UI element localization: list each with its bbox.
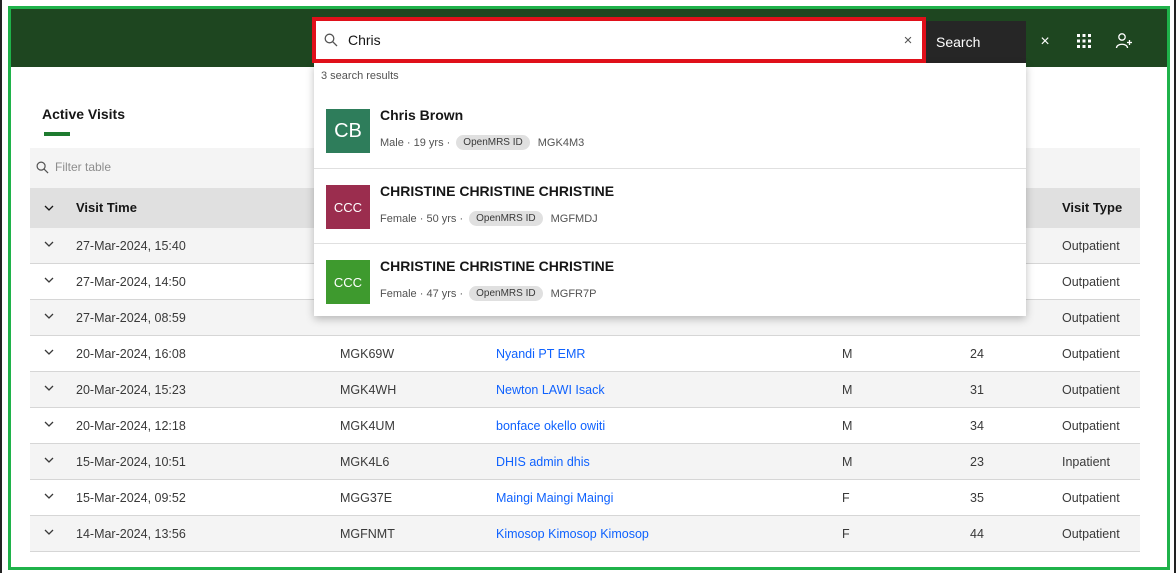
visit-type-cell: Outpatient bbox=[1062, 527, 1120, 541]
patient-id-cell: MGK69W bbox=[340, 347, 395, 361]
app-menu-icon[interactable] bbox=[1070, 24, 1098, 58]
chevron-down-icon[interactable] bbox=[42, 237, 56, 251]
avatar: CCC bbox=[326, 185, 370, 229]
add-patient-icon[interactable] bbox=[1110, 24, 1138, 58]
id-type-tag: OpenMRS ID bbox=[469, 211, 543, 226]
patient-name-link[interactable]: Kimosop Kimosop Kimosop bbox=[496, 527, 649, 541]
visit-time-cell: 20-Mar-2024, 15:23 bbox=[76, 383, 186, 397]
result-patient-name: CHRISTINE CHRISTINE CHRISTINE bbox=[380, 183, 615, 199]
active-tab-indicator bbox=[44, 132, 70, 136]
result-demographics: Female · 50 yrs · bbox=[380, 212, 464, 225]
avatar: CCC bbox=[326, 260, 370, 304]
table-row: 20-Mar-2024, 12:18 MGK4UM bonface okello o… bbox=[30, 408, 1140, 444]
search-button[interactable]: Search bbox=[926, 21, 1026, 63]
chevron-down-icon[interactable] bbox=[42, 345, 56, 359]
gender-cell: M bbox=[842, 455, 853, 469]
visit-time-cell: 15-Mar-2024, 10:51 bbox=[76, 455, 186, 469]
column-header-visit-time[interactable]: Visit Time bbox=[76, 200, 137, 215]
patient-name-link[interactable]: Nyandi PT EMR bbox=[496, 347, 585, 361]
patient-id-cell: MGK4UM bbox=[340, 419, 395, 433]
visit-time-cell: 27-Mar-2024, 08:59 bbox=[76, 311, 186, 325]
visit-type-cell: Outpatient bbox=[1062, 239, 1120, 253]
result-patient-name: CHRISTINE CHRISTINE CHRISTINE bbox=[380, 258, 615, 274]
result-demographics: Female · 47 yrs · bbox=[380, 287, 464, 300]
result-patient-meta: Female · 47 yrs · OpenMRS ID MGFR7P bbox=[380, 286, 596, 301]
filter-placeholder: Filter table bbox=[55, 160, 112, 174]
visit-type-cell: Outpatient bbox=[1062, 311, 1120, 325]
patient-id-cell: MGK4WH bbox=[340, 383, 397, 397]
clear-search-icon[interactable]: × bbox=[894, 32, 922, 49]
visit-type-cell: Outpatient bbox=[1062, 491, 1120, 505]
patient-name-link[interactable]: DHIS admin dhis bbox=[496, 455, 590, 469]
chevron-down-icon[interactable] bbox=[42, 525, 56, 539]
chevron-down-icon[interactable] bbox=[42, 381, 56, 395]
age-cell: 31 bbox=[970, 383, 984, 397]
search-result-item[interactable]: CCC CHRISTINE CHRISTINE CHRISTINE Female… bbox=[314, 244, 1026, 316]
avatar: CB bbox=[326, 109, 370, 153]
age-cell: 35 bbox=[970, 491, 984, 505]
patient-search-box: × bbox=[312, 17, 926, 63]
visit-type-cell: Outpatient bbox=[1062, 419, 1120, 433]
table-row: 15-Mar-2024, 10:51 MGK4L6 DHIS admin dhis M… bbox=[30, 444, 1140, 480]
visit-type-cell: Inpatient bbox=[1062, 455, 1110, 469]
result-patient-id: MGK4M3 bbox=[537, 136, 585, 149]
search-icon bbox=[324, 31, 342, 49]
gender-cell: M bbox=[842, 383, 853, 397]
patient-name-link[interactable]: Newton LAWI Isack bbox=[496, 383, 605, 397]
gender-cell: F bbox=[842, 527, 850, 541]
visit-time-cell: 14-Mar-2024, 13:56 bbox=[76, 527, 186, 541]
gender-cell: M bbox=[842, 347, 853, 361]
search-results-panel: 3 search results CB Chris Brown Male · 1… bbox=[314, 63, 1026, 316]
table-row: 14-Mar-2024, 13:56 MGFNMT Kimosop Kimosop … bbox=[30, 516, 1140, 552]
visit-time-cell: 27-Mar-2024, 14:50 bbox=[76, 275, 186, 289]
patient-name-link[interactable]: bonface okello owiti bbox=[496, 419, 605, 433]
patient-id-cell: MGK4L6 bbox=[340, 455, 390, 469]
search-result-item[interactable]: CCC CHRISTINE CHRISTINE CHRISTINE Female… bbox=[314, 169, 1026, 244]
table-row: 20-Mar-2024, 16:08 MGK69W Nyandi PT EMR M 24… bbox=[30, 336, 1140, 372]
chevron-down-icon[interactable] bbox=[42, 201, 56, 215]
result-patient-id: MGFR7P bbox=[550, 287, 597, 300]
age-cell: 44 bbox=[970, 527, 984, 541]
column-header-visit-type[interactable]: Visit Type bbox=[1062, 200, 1122, 215]
result-patient-id: MGFMDJ bbox=[550, 212, 598, 225]
gender-cell: M bbox=[842, 419, 853, 433]
table-row: 20-Mar-2024, 15:23 MGK4WH Newton LAWI Isac… bbox=[30, 372, 1140, 408]
search-result-item[interactable]: CB Chris Brown Male · 19 yrs · OpenMRS I… bbox=[314, 93, 1026, 169]
visit-time-cell: 20-Mar-2024, 12:18 bbox=[76, 419, 186, 433]
patient-id-cell: MGFNMT bbox=[340, 527, 395, 541]
patient-id-cell: MGG37E bbox=[340, 491, 393, 505]
result-patient-name: Chris Brown bbox=[380, 107, 464, 123]
patient-search-input[interactable] bbox=[342, 22, 894, 58]
search-icon bbox=[36, 161, 49, 173]
id-type-tag: OpenMRS ID bbox=[469, 286, 543, 301]
close-search-icon[interactable]: × bbox=[1030, 21, 1060, 63]
visit-time-cell: 27-Mar-2024, 15:40 bbox=[76, 239, 186, 253]
chevron-down-icon[interactable] bbox=[42, 453, 56, 467]
visit-time-cell: 15-Mar-2024, 09:52 bbox=[76, 491, 186, 505]
age-cell: 23 bbox=[970, 455, 984, 469]
patient-name-link[interactable]: Maingi Maingi Maingi bbox=[496, 491, 613, 505]
chevron-down-icon[interactable] bbox=[42, 309, 56, 323]
results-count: 3 search results bbox=[321, 70, 399, 82]
filter-table-input[interactable]: Filter table bbox=[36, 160, 111, 174]
age-cell: 34 bbox=[970, 419, 984, 433]
active-visits-title[interactable]: Active Visits bbox=[42, 106, 125, 122]
id-type-tag: OpenMRS ID bbox=[456, 135, 530, 150]
result-demographics: Male · 19 yrs · bbox=[380, 136, 451, 149]
table-row: 15-Mar-2024, 09:52 MGG37E Maingi Maingi Ma… bbox=[30, 480, 1140, 516]
visit-type-cell: Outpatient bbox=[1062, 275, 1120, 289]
age-cell: 24 bbox=[970, 347, 984, 361]
chevron-down-icon[interactable] bbox=[42, 273, 56, 287]
visit-type-cell: Outpatient bbox=[1062, 347, 1120, 361]
chevron-down-icon[interactable] bbox=[42, 489, 56, 503]
chevron-down-icon[interactable] bbox=[42, 417, 56, 431]
visit-time-cell: 20-Mar-2024, 16:08 bbox=[76, 347, 186, 361]
visit-type-cell: Outpatient bbox=[1062, 383, 1120, 397]
result-patient-meta: Male · 19 yrs · OpenMRS ID MGK4M3 bbox=[380, 135, 584, 150]
result-patient-meta: Female · 50 yrs · OpenMRS ID MGFMDJ bbox=[380, 211, 598, 226]
gender-cell: F bbox=[842, 491, 850, 505]
